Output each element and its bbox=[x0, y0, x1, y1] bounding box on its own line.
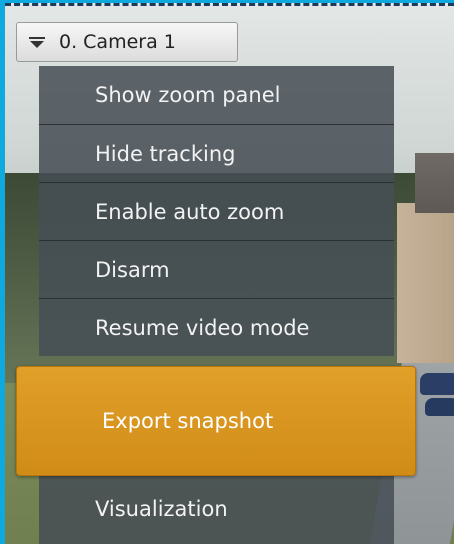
menu-item-show-zoom-panel[interactable]: Show zoom panel bbox=[39, 66, 394, 124]
menu-item-label: Resume video mode bbox=[95, 315, 310, 340]
camera-menu-button[interactable]: 0. Camera 1 bbox=[16, 22, 238, 62]
menu-item-label: Export snapshot bbox=[102, 409, 274, 433]
dropdown-menu-icon bbox=[29, 36, 45, 48]
video-background-building bbox=[397, 203, 454, 363]
menu-item-resume-video-mode[interactable]: Resume video mode bbox=[39, 298, 394, 356]
menu-item-label: Disarm bbox=[95, 257, 170, 282]
video-background-car bbox=[425, 398, 454, 416]
video-background-tower bbox=[415, 153, 454, 213]
menu-item-enable-auto-zoom[interactable]: Enable auto zoom bbox=[39, 182, 394, 240]
menu-item-label: Visualization bbox=[95, 497, 228, 521]
video-background-car bbox=[420, 373, 454, 395]
menu-item-label: Enable auto zoom bbox=[95, 199, 285, 224]
menu-item-visualization[interactable]: Visualization bbox=[39, 479, 394, 539]
selection-border bbox=[5, 3, 454, 6]
menu-item-export-snapshot[interactable]: Export snapshot bbox=[16, 366, 416, 476]
menu-item-label: Show zoom panel bbox=[95, 83, 281, 107]
camera-context-menu: Show zoom panel Hide tracking Enable aut… bbox=[16, 66, 416, 544]
camera-title: 0. Camera 1 bbox=[59, 31, 176, 53]
menu-item-disarm[interactable]: Disarm bbox=[39, 240, 394, 298]
menu-item-hide-tracking[interactable]: Hide tracking bbox=[39, 124, 394, 182]
menu-item-label: Hide tracking bbox=[95, 141, 236, 166]
